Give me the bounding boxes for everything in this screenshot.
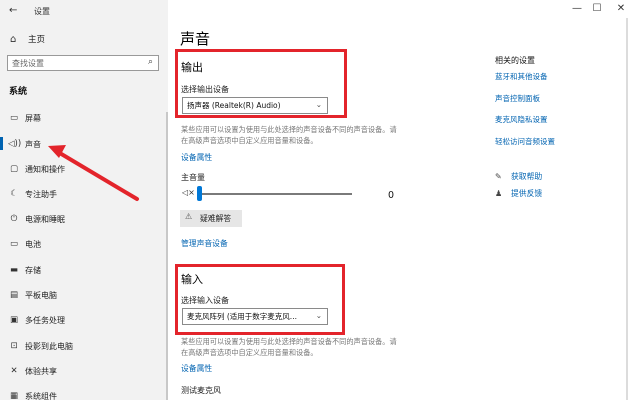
red-arrow-shaft	[56, 150, 139, 201]
red-arrow-annotation	[48, 145, 139, 201]
